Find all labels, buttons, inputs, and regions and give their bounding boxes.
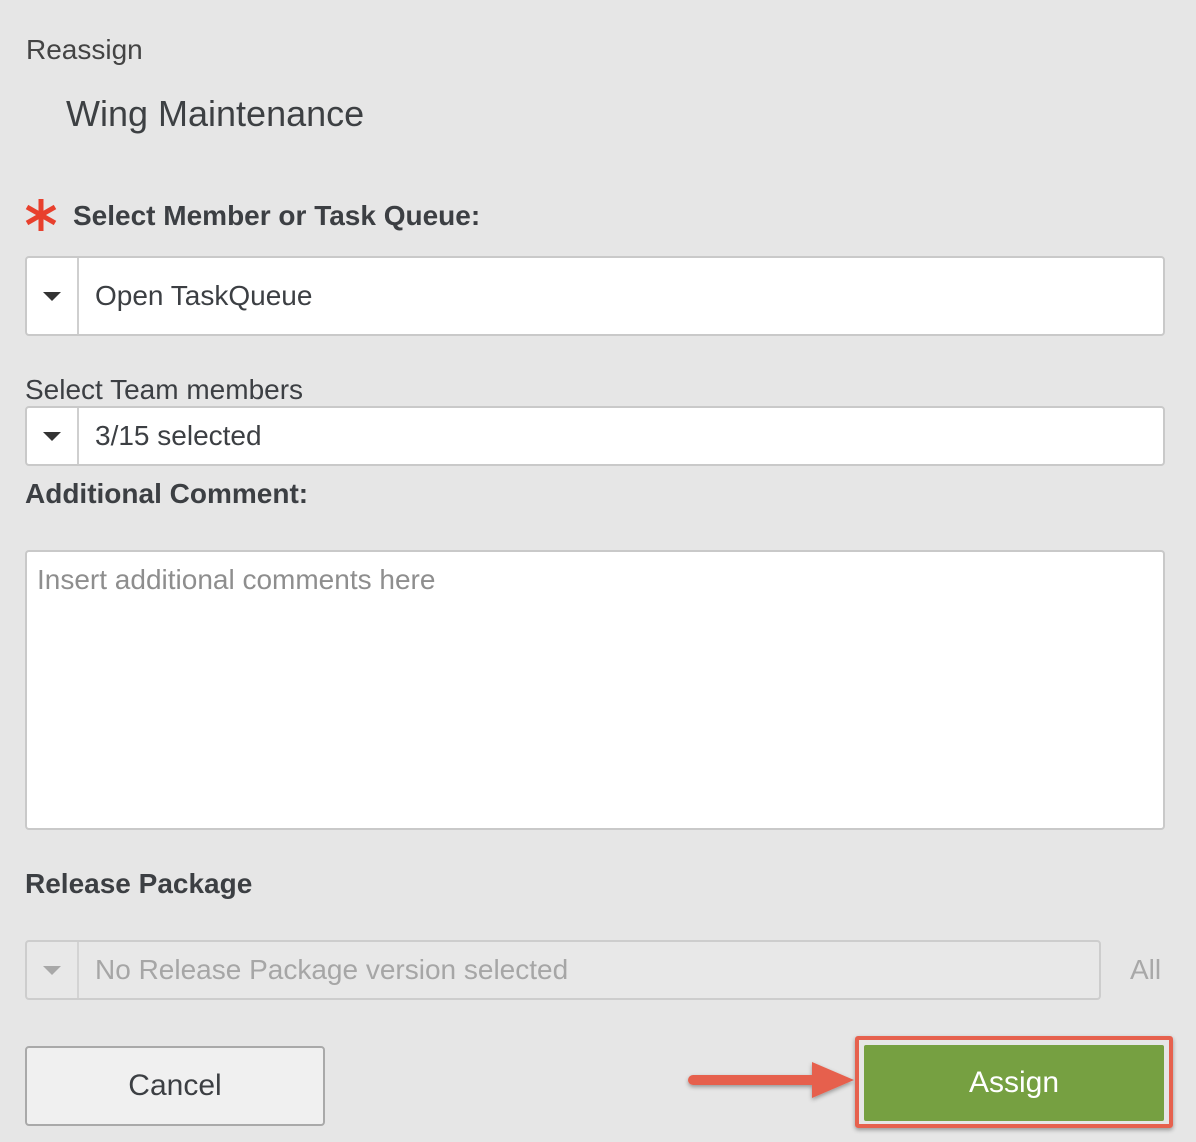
release-package-all-label: All (1130, 954, 1162, 985)
release-package-select[interactable]: No Release Package version selected (25, 940, 1101, 1000)
arrow-right-icon (688, 1062, 854, 1098)
team-members-select[interactable]: 3/15 selected (25, 406, 1165, 466)
release-package-label: Release Package (25, 868, 253, 899)
comment-label: Additional Comment: (25, 478, 309, 509)
comment-textarea[interactable] (25, 550, 1165, 830)
item-title: Wing Maintenance (66, 93, 365, 134)
release-package-dropdown-toggle[interactable] (27, 942, 79, 998)
team-members-label: Select Team members (25, 374, 304, 405)
dialog-title: Reassign (26, 34, 143, 65)
asterisk-icon (25, 199, 57, 231)
member-queue-dropdown-toggle[interactable] (27, 258, 79, 334)
assign-button[interactable]: Assign (864, 1045, 1164, 1121)
team-members-value: 3/15 selected (95, 420, 262, 451)
release-package-value: No Release Package version selected (95, 954, 569, 985)
caret-down-icon (43, 431, 61, 441)
caret-down-icon (43, 291, 61, 301)
team-members-dropdown-toggle[interactable] (27, 408, 79, 464)
member-queue-value: Open TaskQueue (95, 280, 313, 311)
caret-down-icon (43, 965, 61, 975)
cancel-button[interactable]: Cancel (25, 1046, 325, 1126)
member-queue-select[interactable]: Open TaskQueue (25, 256, 1165, 336)
member-queue-label: Select Member or Task Queue: (73, 200, 481, 231)
